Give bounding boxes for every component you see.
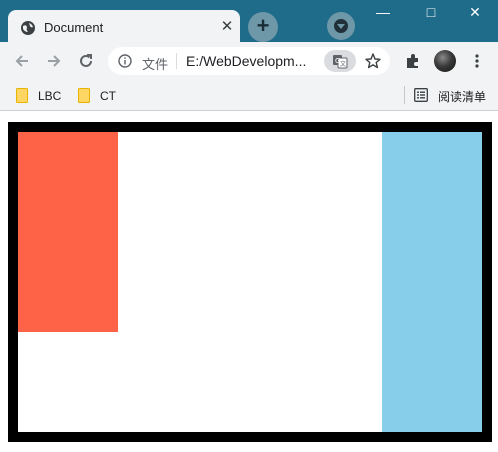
bookmark-ct[interactable]: CT (78, 87, 122, 105)
bookmarks-bar: LBC CT 阅读清单 (0, 80, 498, 111)
address-bar[interactable]: 文件 E:/WebDevelopm... G 文 (108, 47, 390, 75)
bookmark-label: CT (100, 89, 116, 103)
bordered-container (8, 122, 492, 442)
back-arrow-icon[interactable] (12, 51, 32, 71)
menu-icon[interactable] (468, 52, 486, 70)
translate-icon: G 文 (333, 55, 348, 69)
extensions-icon[interactable] (404, 52, 422, 70)
avatar[interactable] (434, 50, 456, 72)
close-icon[interactable]: ✕ (218, 18, 236, 36)
divider (176, 53, 177, 69)
bookmark-label: LBC (38, 89, 62, 103)
window-close-button[interactable]: ✕ (452, 0, 498, 28)
translate-button[interactable]: G 文 (324, 50, 356, 72)
tab-search-button[interactable] (327, 12, 355, 40)
bookmark-folder-icon (78, 88, 90, 103)
page-viewport (0, 112, 498, 452)
blue-box (382, 132, 482, 432)
reading-list-icon (414, 88, 428, 102)
title-bar: Document ✕ + — □ ✕ (0, 0, 498, 44)
tab-document[interactable]: Document ✕ (8, 10, 240, 44)
chevron-down-icon (337, 24, 345, 29)
bookmark-lbc[interactable]: LBC (16, 87, 66, 105)
star-icon[interactable] (364, 52, 382, 70)
divider (404, 86, 405, 104)
bookmark-folder-icon (16, 88, 28, 103)
svg-text:文: 文 (340, 60, 346, 68)
tab-title: Document (44, 20, 104, 35)
minimize-button[interactable]: — (360, 0, 406, 28)
new-tab-button[interactable]: + (248, 12, 278, 42)
red-box (18, 132, 118, 332)
maximize-button[interactable]: □ (408, 0, 454, 28)
url-text[interactable]: E:/WebDevelopm... (186, 53, 306, 69)
info-icon[interactable] (118, 54, 132, 68)
reading-list-button[interactable]: 阅读清单 (414, 87, 494, 105)
toolbar: 文件 E:/WebDevelopm... G 文 (0, 42, 498, 80)
scheme-label: 文件 (142, 57, 169, 72)
forward-arrow-icon[interactable] (44, 51, 64, 71)
reload-icon[interactable] (76, 51, 96, 71)
reading-list-label: 阅读清单 (438, 90, 487, 104)
globe-icon (21, 21, 35, 35)
